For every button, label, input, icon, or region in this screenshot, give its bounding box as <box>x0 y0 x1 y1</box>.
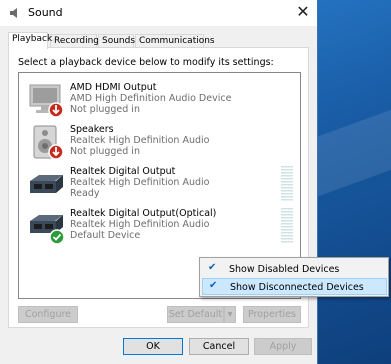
device-status: Default Device <box>70 230 141 241</box>
ok-button[interactable]: OK <box>123 338 183 355</box>
device-status: Ready <box>70 188 100 199</box>
device-icon <box>27 81 67 121</box>
device-item-speakers[interactable]: Speakers Realtek High Definition Audio N… <box>19 121 300 165</box>
set-default-button[interactable]: Set Default <box>167 306 224 323</box>
device-item-realtek-optical[interactable]: Realtek Digital Output(Optical) Realtek … <box>19 205 300 249</box>
device-description: Realtek High Definition Audio <box>70 135 210 146</box>
default-device-check-icon <box>49 229 65 245</box>
checkmark-icon: ✔ <box>209 280 218 291</box>
volume-level-meter <box>281 166 293 202</box>
set-default-dropdown[interactable]: ▾ <box>224 306 236 323</box>
digital-output-icon <box>30 175 63 193</box>
title-bar: Sound ✕ <box>0 0 317 26</box>
device-item-realtek-digital[interactable]: Realtek Digital Output Realtek High Defi… <box>19 163 300 207</box>
speaker-app-icon <box>10 8 17 18</box>
device-description: Realtek High Definition Audio <box>70 177 210 188</box>
tab-sounds[interactable]: Sounds <box>98 34 136 48</box>
tab-communications[interactable]: Communications <box>135 34 215 48</box>
checkmark-icon: ✔ <box>208 262 217 273</box>
properties-button[interactable]: Properties <box>243 306 301 323</box>
cancel-button[interactable]: Cancel <box>189 338 249 355</box>
device-name: Realtek Digital Output(Optical) <box>70 208 217 219</box>
menu-item-show-disabled[interactable]: ✔ Show Disabled Devices <box>202 261 387 278</box>
tab-label: Recording <box>54 36 100 46</box>
device-item-amd-hdmi[interactable]: AMD HDMI Output AMD High Definition Audi… <box>19 79 300 123</box>
volume-level-meter <box>281 208 293 244</box>
device-icon <box>27 123 67 163</box>
device-name: Realtek Digital Output <box>70 166 176 177</box>
tab-label: Sounds <box>102 36 136 46</box>
sound-dialog: Sound ✕ Playback Recording Sounds Commun… <box>0 0 318 364</box>
menu-item-label: Show Disconnected Devices <box>230 282 364 293</box>
window-title: Sound <box>28 6 63 19</box>
device-description: AMD High Definition Audio Device <box>70 93 232 104</box>
menu-item-label: Show Disabled Devices <box>229 264 340 275</box>
tab-playback[interactable]: Playback <box>8 32 52 49</box>
device-status: Not plugged in <box>70 146 140 157</box>
apply-button[interactable]: Apply <box>254 338 312 355</box>
chevron-down-icon: ▾ <box>227 309 233 320</box>
menu-item-show-disconnected[interactable]: ✔ Show Disconnected Devices <box>202 278 387 295</box>
wallpaper-light-beam <box>318 103 391 197</box>
device-status: Not plugged in <box>70 104 140 115</box>
configure-button[interactable]: Configure <box>18 306 78 323</box>
monitor-icon <box>29 84 64 118</box>
context-menu: ✔ Show Disabled Devices ✔ Show Disconnec… <box>199 257 389 297</box>
device-icon <box>27 165 67 205</box>
digital-output-icon <box>30 215 65 245</box>
device-name: Speakers <box>70 124 114 135</box>
tab-recording[interactable]: Recording <box>50 34 100 48</box>
speaker-icon <box>33 125 64 160</box>
instruction-text: Select a playback device below to modify… <box>18 57 274 68</box>
tab-label: Playback <box>12 34 53 44</box>
close-button[interactable]: ✕ <box>290 2 316 24</box>
device-description: Realtek High Definition Audio <box>70 219 210 230</box>
tab-label: Communications <box>139 36 215 46</box>
device-icon <box>27 207 67 247</box>
close-icon: ✕ <box>296 2 310 21</box>
device-name: AMD HDMI Output <box>70 82 157 93</box>
